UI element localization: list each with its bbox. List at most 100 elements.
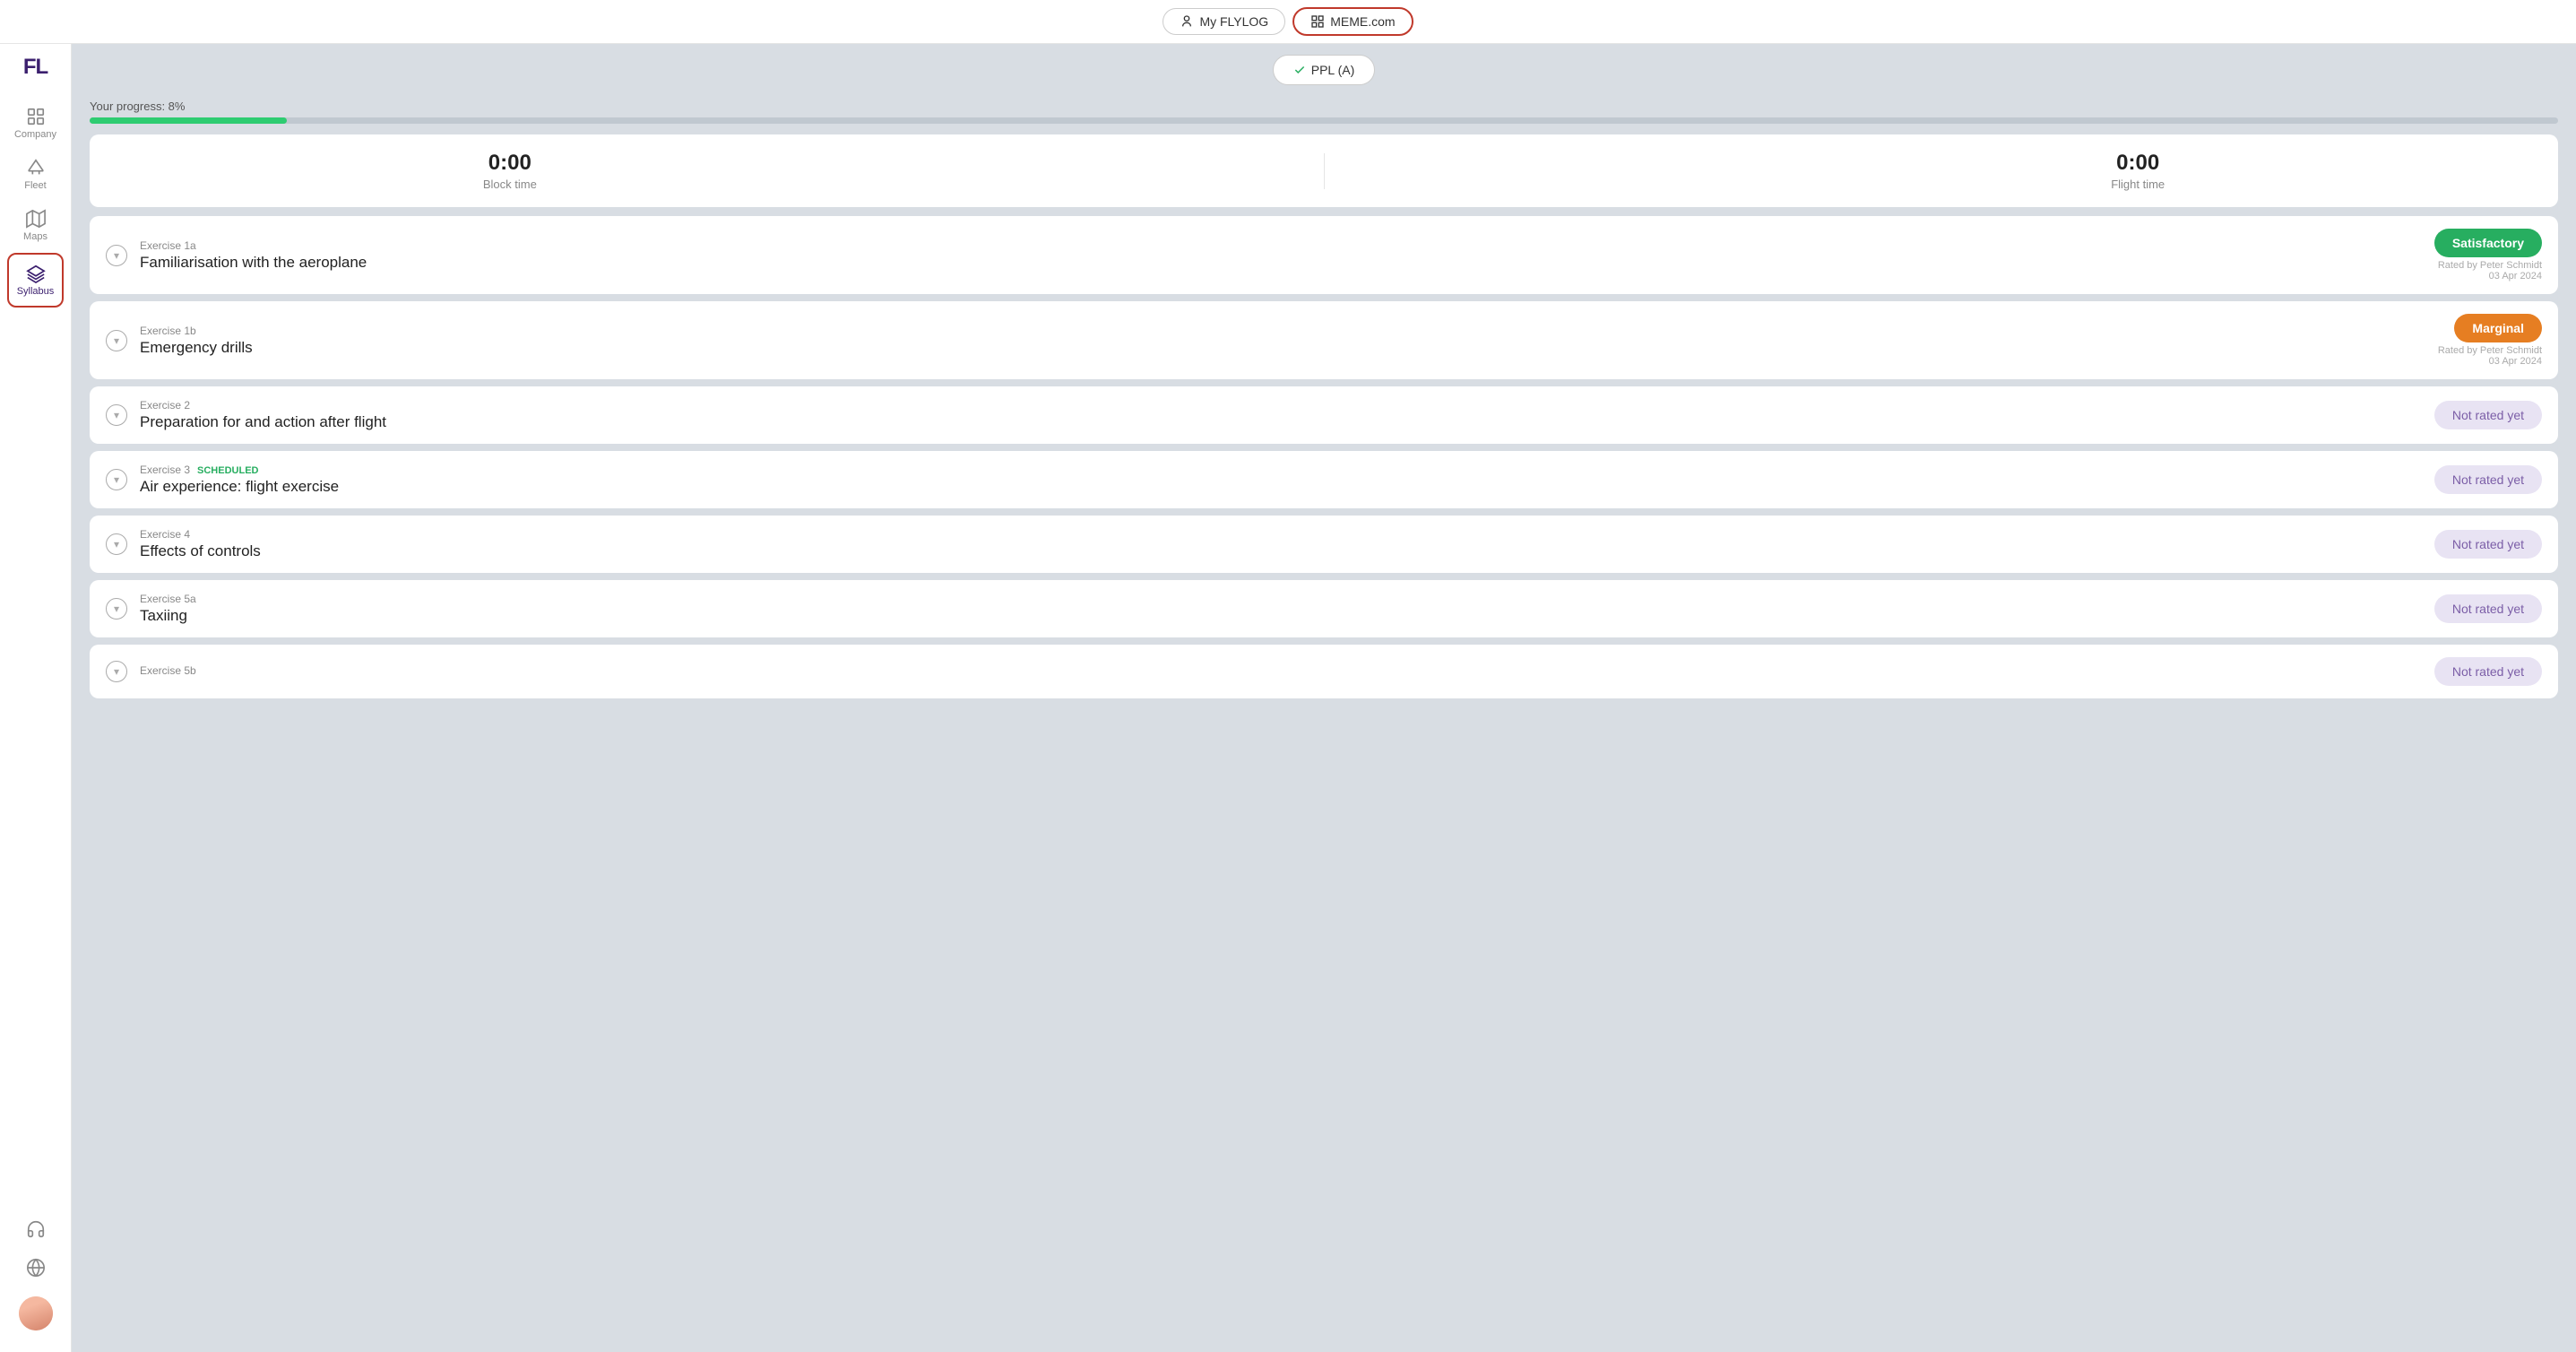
expand-icon[interactable]: ▾ xyxy=(106,598,127,620)
progress-label: Your progress: 8% xyxy=(90,100,2558,113)
rating-badge: Not rated yet xyxy=(2434,465,2542,494)
company-label: Company xyxy=(14,129,56,140)
syllabus-label: Syllabus xyxy=(17,286,55,297)
meme-label: MEME.com xyxy=(1330,14,1395,29)
exercise-left: ▾ Exercise 5a Taxiing xyxy=(106,593,196,625)
exercise-title: Emergency drills xyxy=(140,339,253,357)
exercise-row[interactable]: ▾ Exercise 5b Not rated yet xyxy=(90,645,2558,698)
rating-badge: Marginal xyxy=(2454,314,2542,342)
avatar[interactable] xyxy=(19,1296,53,1330)
exercise-right: Not rated yet xyxy=(2399,530,2542,559)
flylog-label: My FLYLOG xyxy=(1199,14,1268,29)
exercise-right: Satisfactory Rated by Peter Schmidt03 Ap… xyxy=(2399,229,2542,282)
exercise-left: ▾ Exercise 4 Effects of controls xyxy=(106,528,261,560)
flylog-tab[interactable]: My FLYLOG xyxy=(1163,8,1285,35)
time-divider xyxy=(1324,153,1325,189)
fleet-icon xyxy=(26,158,46,178)
block-time-value: 0:00 xyxy=(483,151,537,176)
expand-icon[interactable]: ▾ xyxy=(106,469,127,490)
time-block: 0:00 Block time 0:00 Flight time xyxy=(90,134,2558,207)
exercise-id: Exercise 5b xyxy=(140,664,196,677)
user-icon xyxy=(1180,14,1194,29)
exercise-meta: Exercise 2 Preparation for and action af… xyxy=(140,399,386,431)
maps-icon xyxy=(26,209,46,229)
rated-by: Rated by Peter Schmidt03 Apr 2024 xyxy=(2438,260,2542,282)
meme-tab[interactable]: MEME.com xyxy=(1292,7,1413,36)
main-layout: FL Company Fleet Maps xyxy=(0,44,2576,1352)
flight-time-item: 0:00 Flight time xyxy=(2111,151,2165,191)
ppl-badge[interactable]: PPL (A) xyxy=(1273,55,1376,85)
sidebar-item-fleet[interactable]: Fleet xyxy=(0,149,71,200)
content-area: PPL (A) Your progress: 8% 0:00 Block tim… xyxy=(72,44,2576,1352)
exercise-meta: Exercise 3SCHEDULED Air experience: flig… xyxy=(140,464,339,496)
content-scroll[interactable]: Your progress: 8% 0:00 Block time 0:00 F… xyxy=(72,96,2576,1352)
globe-icon[interactable] xyxy=(26,1258,46,1282)
expand-icon[interactable]: ▾ xyxy=(106,404,127,426)
exercise-title: Familiarisation with the aeroplane xyxy=(140,254,367,272)
exercise-title: Air experience: flight exercise xyxy=(140,478,339,496)
exercise-right: Not rated yet xyxy=(2399,657,2542,686)
exercise-row[interactable]: ▾ Exercise 1b Emergency drills Marginal … xyxy=(90,301,2558,379)
maps-label: Maps xyxy=(23,231,48,242)
exercise-meta: Exercise 4 Effects of controls xyxy=(140,528,261,560)
expand-icon[interactable]: ▾ xyxy=(106,330,127,351)
exercise-title: Taxiing xyxy=(140,607,196,625)
check-icon xyxy=(1293,64,1306,76)
progress-bar-bg xyxy=(90,117,2558,124)
exercise-row[interactable]: ▾ Exercise 4 Effects of controls Not rat… xyxy=(90,516,2558,573)
exercise-right: Marginal Rated by Peter Schmidt03 Apr 20… xyxy=(2399,314,2542,367)
rating-badge: Satisfactory xyxy=(2434,229,2542,257)
grid-icon xyxy=(1310,14,1325,29)
exercise-meta: Exercise 1b Emergency drills xyxy=(140,325,253,357)
exercise-left: ▾ Exercise 1a Familiarisation with the a… xyxy=(106,239,367,272)
exercise-title: Preparation for and action after flight xyxy=(140,413,386,431)
exercise-row[interactable]: ▾ Exercise 5a Taxiing Not rated yet xyxy=(90,580,2558,637)
progress-section: Your progress: 8% xyxy=(90,96,2558,134)
rating-badge: Not rated yet xyxy=(2434,401,2542,429)
exercise-meta: Exercise 5b xyxy=(140,664,196,679)
block-time-label: Block time xyxy=(483,178,537,191)
ppl-label: PPL (A) xyxy=(1311,63,1355,77)
exercise-id: Exercise 3SCHEDULED xyxy=(140,464,339,476)
exercise-meta: Exercise 1a Familiarisation with the aer… xyxy=(140,239,367,272)
rating-badge: Not rated yet xyxy=(2434,657,2542,686)
exercise-id: Exercise 1a xyxy=(140,239,367,252)
exercises-container: ▾ Exercise 1a Familiarisation with the a… xyxy=(90,216,2558,698)
block-time-item: 0:00 Block time xyxy=(483,151,537,191)
avatar-image xyxy=(19,1296,53,1330)
exercise-left: ▾ Exercise 5b xyxy=(106,661,196,682)
fleet-label: Fleet xyxy=(24,180,46,191)
exercise-row[interactable]: ▾ Exercise 3SCHEDULED Air experience: fl… xyxy=(90,451,2558,508)
expand-icon[interactable]: ▾ xyxy=(106,661,127,682)
exercise-left: ▾ Exercise 1b Emergency drills xyxy=(106,325,253,357)
exercise-right: Not rated yet xyxy=(2399,401,2542,429)
exercise-meta: Exercise 5a Taxiing xyxy=(140,593,196,625)
exercise-id: Exercise 5a xyxy=(140,593,196,605)
rated-by: Rated by Peter Schmidt03 Apr 2024 xyxy=(2438,345,2542,367)
exercise-id: Exercise 1b xyxy=(140,325,253,337)
exercise-left: ▾ Exercise 2 Preparation for and action … xyxy=(106,399,386,431)
company-icon xyxy=(26,107,46,126)
exercise-title: Effects of controls xyxy=(140,542,261,560)
sidebar-item-syllabus[interactable]: Syllabus xyxy=(7,253,64,308)
sidebar-item-maps[interactable]: Maps xyxy=(0,200,71,251)
rating-badge: Not rated yet xyxy=(2434,530,2542,559)
rating-badge: Not rated yet xyxy=(2434,594,2542,623)
headset-icon[interactable] xyxy=(26,1219,46,1244)
exercise-row[interactable]: ▾ Exercise 2 Preparation for and action … xyxy=(90,386,2558,444)
flight-time-label: Flight time xyxy=(2111,178,2165,191)
exercise-right: Not rated yet xyxy=(2399,594,2542,623)
expand-icon[interactable]: ▾ xyxy=(106,245,127,266)
top-nav: My FLYLOG MEME.com xyxy=(0,0,2576,44)
exercise-id: Exercise 2 xyxy=(140,399,386,412)
sidebar: FL Company Fleet Maps xyxy=(0,44,72,1352)
syllabus-icon xyxy=(26,264,46,283)
exercise-id: Exercise 4 xyxy=(140,528,261,541)
expand-icon[interactable]: ▾ xyxy=(106,533,127,555)
exercise-row[interactable]: ▾ Exercise 1a Familiarisation with the a… xyxy=(90,216,2558,294)
exercise-right: Not rated yet xyxy=(2399,465,2542,494)
scheduled-badge: SCHEDULED xyxy=(197,465,258,476)
content-header: PPL (A) xyxy=(72,44,2576,96)
sidebar-item-company[interactable]: Company xyxy=(0,98,71,149)
logo: FL xyxy=(23,55,48,80)
